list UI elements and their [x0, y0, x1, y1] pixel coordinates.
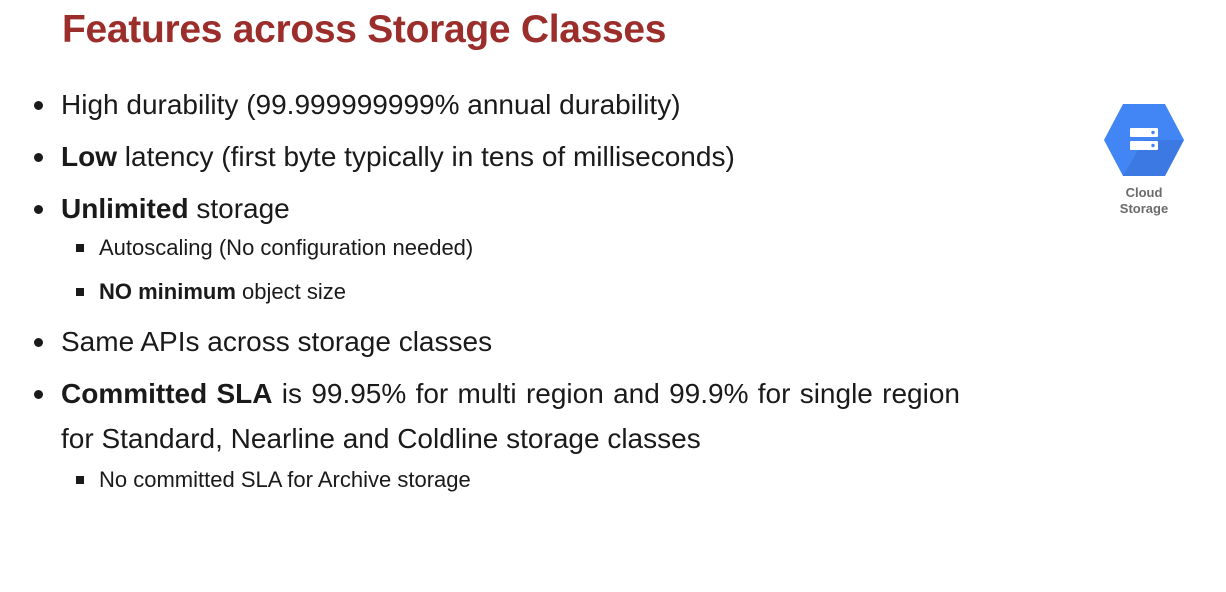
page-title: Features across Storage Classes: [62, 8, 667, 51]
bullet-apis: Same APIs across storage classes: [30, 319, 960, 364]
sub-bullet-text: object size: [235, 279, 346, 304]
sub-bullet-text: Autoscaling (No configuration needed): [99, 235, 474, 260]
bullet-list: High durability (99.999999999% annual du…: [30, 82, 960, 507]
logo-label-line2: Storage: [1119, 201, 1169, 216]
bullet-sla: Committed SLA is 99.95% for multi region…: [30, 371, 960, 461]
sub-bullet-archive-sla: No committed SLA for Archive storage: [30, 463, 960, 497]
bullet-text: High durability (99.999999999% annual du…: [61, 89, 681, 120]
bullet-durability: High durability (99.999999999% annual du…: [30, 82, 960, 127]
cloud-storage-icon: [1104, 104, 1184, 176]
bullet-bold: Committed SLA: [61, 378, 273, 409]
bullet-storage: Unlimited storage: [30, 186, 960, 231]
sub-bullet-bold: NO minimum: [99, 279, 236, 304]
cloud-storage-logo: Cloud Storage: [1102, 102, 1186, 217]
bullet-bold: Low: [61, 141, 117, 172]
logo-label-line1: Cloud: [1125, 185, 1163, 200]
bullet-text: storage: [188, 193, 290, 224]
sub-bullet-text: No committed SLA for Archive storage: [99, 467, 471, 492]
bullet-text: latency (first byte typically in tens of…: [117, 141, 735, 172]
logo-label: Cloud Storage: [1102, 185, 1186, 217]
bullet-bold: Unlimited: [61, 193, 189, 224]
bullet-latency: Low latency (first byte typically in ten…: [30, 134, 960, 179]
sub-bullet-min-size: NO minimum object size: [30, 275, 960, 309]
bullet-text: Same APIs across storage classes: [61, 326, 493, 357]
sub-bullet-autoscaling: Autoscaling (No configuration needed): [30, 231, 960, 265]
